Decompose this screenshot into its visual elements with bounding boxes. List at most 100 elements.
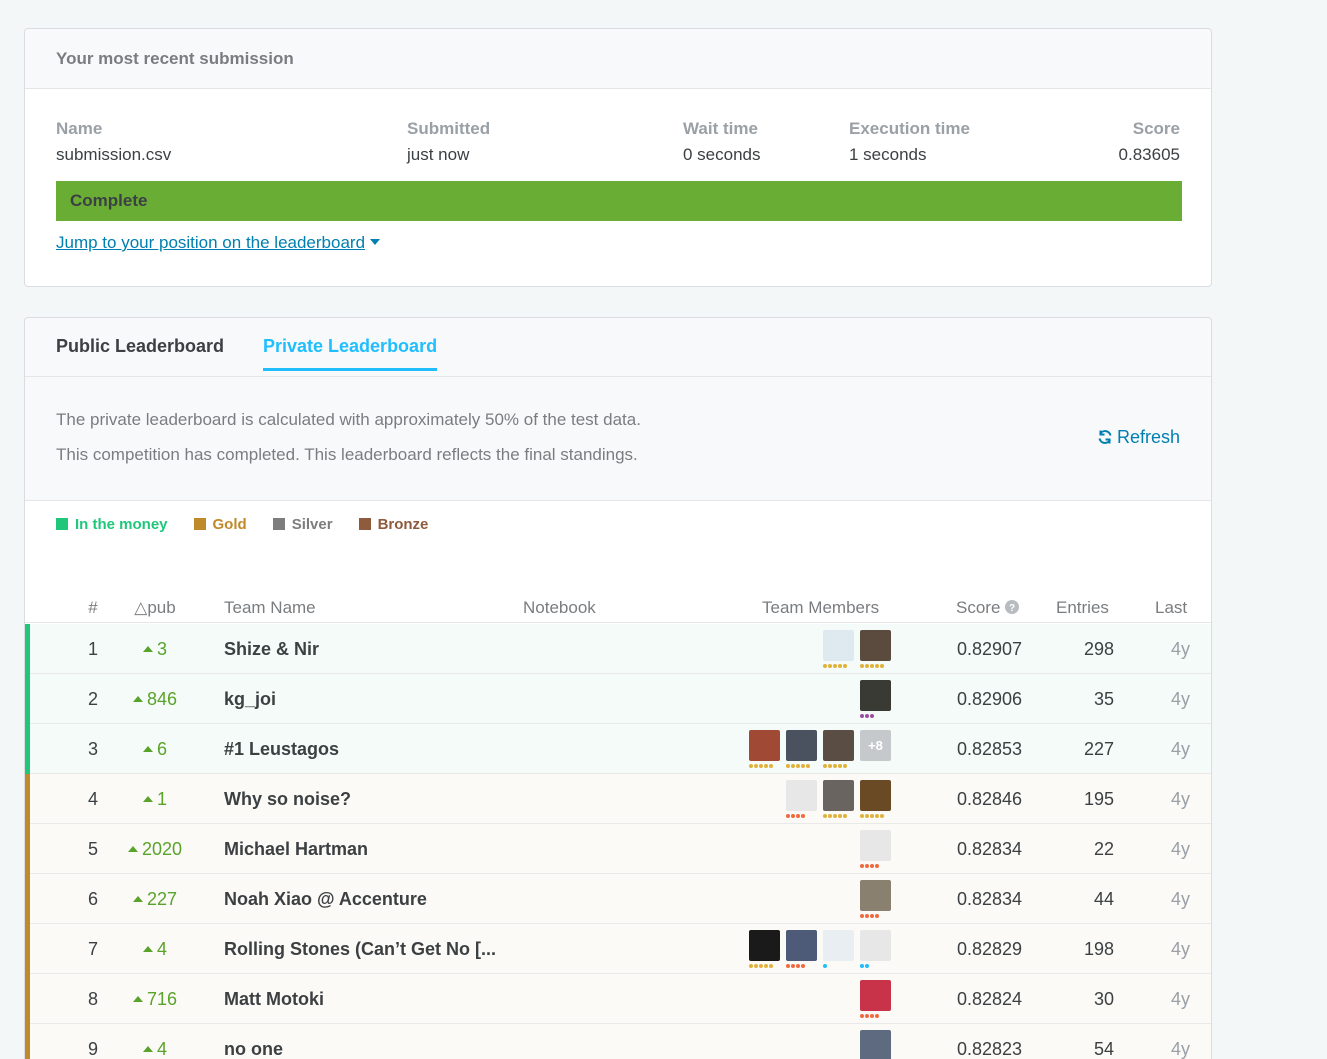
legend-item: Gold	[193, 516, 247, 533]
avatar[interactable]	[860, 1030, 891, 1059]
table-row[interactable]: 2 846 kg_joi 0.82906 35 4y	[25, 674, 1211, 724]
tier-dots	[749, 764, 773, 768]
team-members	[860, 830, 891, 870]
tier-dots	[786, 814, 805, 818]
avatar[interactable]	[786, 730, 817, 768]
team-name[interactable]: Rolling Stones (Can’t Get No [...	[224, 939, 496, 960]
col-delta: △pub	[134, 598, 176, 617]
score: 0.82834	[957, 889, 1023, 909]
team-name[interactable]: #1 Leustagos	[224, 739, 339, 760]
tier-dots	[823, 764, 847, 768]
entries: 195	[1083, 789, 1114, 809]
team-members	[860, 880, 891, 920]
team-members	[860, 980, 891, 1020]
leaderboard-tabs: Public Leaderboard Private Leaderboard	[25, 318, 1211, 377]
arrow-up-icon	[142, 946, 153, 952]
team-name[interactable]: Michael Hartman	[224, 839, 368, 860]
avatar[interactable]	[786, 780, 817, 818]
avatar[interactable]	[860, 630, 891, 668]
tier-dots	[823, 964, 827, 968]
team-name[interactable]: Matt Motoki	[224, 989, 324, 1010]
table-row[interactable]: 6 227 Noah Xiao @ Accenture 0.82834 44 4y	[25, 874, 1211, 924]
refresh-button[interactable]: Refresh	[1097, 427, 1180, 448]
svg-text:?: ?	[1009, 603, 1015, 614]
score: 0.82823	[957, 1039, 1023, 1059]
last-submission: 4y	[1170, 639, 1190, 659]
execution-time-column: Execution time 1 seconds	[849, 119, 970, 165]
wait-time-column: Wait time 0 seconds	[683, 119, 761, 165]
avatar[interactable]	[749, 930, 780, 968]
entries: 35	[1093, 689, 1114, 709]
submission-header: Your most recent submission	[25, 29, 1211, 89]
avatar[interactable]	[786, 930, 817, 968]
table-row[interactable]: 7 4 Rolling Stones (Can’t Get No [... 0.828…	[25, 924, 1211, 974]
table-row[interactable]: 3 6 #1 Leustagos +8 0.82853 227 4y	[25, 724, 1211, 774]
avatar[interactable]	[860, 780, 891, 818]
table-row[interactable]: 4 1 Why so noise? 0.82846 195 4y	[25, 774, 1211, 824]
legend-swatch	[56, 518, 68, 530]
more-members-badge[interactable]: +8	[860, 730, 891, 761]
table-row[interactable]: 1 3 Shize & Nir 0.82907 298 4y	[25, 624, 1211, 674]
leaderboard-info: The private leaderboard is calculated wi…	[25, 377, 1211, 501]
entries: 44	[1093, 889, 1114, 909]
last-submission: 4y	[1170, 1039, 1190, 1059]
rank: 9	[87, 1039, 98, 1059]
avatar[interactable]	[860, 830, 891, 868]
jump-to-position-link[interactable]: Jump to your position on the leaderboard	[56, 233, 381, 253]
table-row[interactable]: 9 4 no one 0.82823 54 4y	[25, 1024, 1211, 1059]
refresh-label: Refresh	[1116, 427, 1180, 447]
avatar[interactable]	[749, 730, 780, 768]
avatar[interactable]	[860, 880, 891, 918]
arrow-up-icon	[127, 846, 138, 852]
help-icon[interactable]: ?	[1005, 600, 1020, 614]
team-name[interactable]: Shize & Nir	[224, 639, 319, 660]
delta-value: 4	[156, 939, 167, 959]
legend-swatch	[358, 518, 371, 530]
legend-label: In the money	[75, 516, 168, 533]
rank: 4	[87, 789, 98, 809]
legend-label: Gold	[212, 516, 247, 533]
table-row[interactable]: 8 716 Matt Motoki 0.82824 30 4y	[25, 974, 1211, 1024]
score-label: Score	[1132, 119, 1180, 138]
team-name[interactable]: no one	[224, 1039, 283, 1059]
tier-dots	[786, 964, 805, 968]
tier-bar	[25, 774, 30, 824]
col-team: Team Name	[224, 598, 316, 617]
rank-delta: 2020	[125, 839, 185, 860]
entries: 54	[1093, 1039, 1114, 1059]
arrow-up-icon	[132, 896, 143, 902]
progress-fill	[56, 181, 1182, 221]
tier-dots	[786, 764, 810, 768]
team-name[interactable]: Noah Xiao @ Accenture	[224, 889, 427, 910]
avatar[interactable]	[823, 630, 854, 668]
avatar[interactable]	[823, 780, 854, 818]
avatar[interactable]	[860, 680, 891, 718]
table-row[interactable]: 5 2020 Michael Hartman 0.82834 22 4y	[25, 824, 1211, 874]
score: 0.82907	[957, 639, 1023, 659]
score: 0.82829	[957, 939, 1023, 959]
delta-value: 3	[156, 639, 167, 659]
tier-dots	[860, 964, 869, 968]
tier-bar	[25, 724, 30, 774]
avatar[interactable]	[860, 930, 891, 968]
avatar[interactable]	[823, 730, 854, 768]
tab-public-leaderboard[interactable]: Public Leaderboard	[56, 336, 224, 368]
avatar[interactable]	[860, 980, 891, 1018]
rank: 3	[87, 739, 98, 759]
team-name[interactable]: kg_joi	[224, 689, 276, 710]
entries: 227	[1083, 739, 1114, 759]
avatar[interactable]	[823, 930, 854, 968]
team-name[interactable]: Why so noise?	[224, 789, 351, 810]
tab-private-leaderboard[interactable]: Private Leaderboard	[263, 336, 438, 371]
arrow-up-icon	[132, 996, 143, 1002]
col-notebook: Notebook	[523, 598, 596, 617]
score: 0.82853	[957, 739, 1023, 759]
execution-time-label: Execution time	[849, 119, 970, 138]
team-members	[823, 630, 891, 670]
team-members	[749, 930, 891, 970]
team-members	[860, 680, 891, 720]
rank: 5	[87, 839, 98, 859]
legend-label: Bronze	[377, 516, 429, 533]
submitted-column: Submitted just now	[407, 119, 490, 165]
team-members	[860, 1030, 891, 1059]
